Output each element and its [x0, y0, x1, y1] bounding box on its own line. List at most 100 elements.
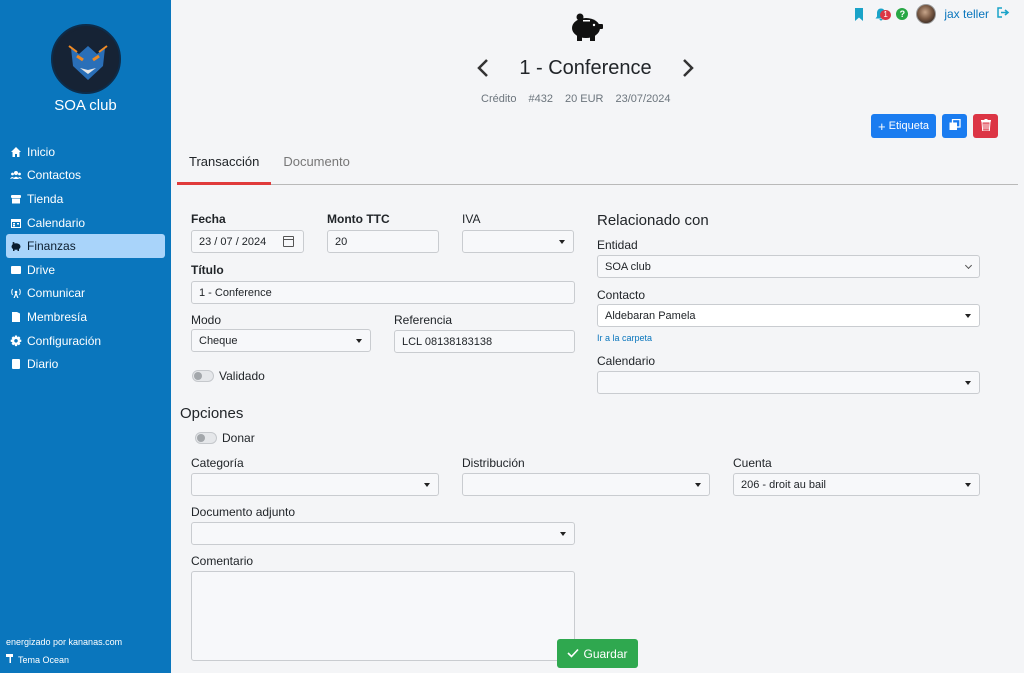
modo-label: Modo	[191, 313, 222, 327]
titulo-label: Título	[191, 263, 224, 277]
entidad-label: Entidad	[597, 238, 638, 252]
avatar[interactable]	[916, 4, 937, 24]
sidebar-item-comunicar[interactable]: Comunicar	[6, 282, 165, 306]
entidad-select[interactable]: SOA club	[597, 255, 980, 278]
save-button[interactable]: Guardar	[557, 639, 638, 668]
sidebar-item-label: Membresía	[27, 309, 88, 324]
sidebar-item-label: Diario	[27, 357, 59, 372]
sidebar-item-finanzas[interactable]: Finanzas	[6, 234, 165, 258]
bookmark-icon[interactable]	[852, 6, 866, 22]
tab-documento[interactable]: Documento	[271, 150, 361, 185]
sidebar-item-diario[interactable]: Diario	[6, 352, 165, 376]
page-title: 1 - Conference	[519, 56, 652, 79]
transaction-amount: 20 EUR	[564, 93, 604, 105]
sidebar-item-contactos[interactable]: Contactos	[6, 164, 165, 188]
donar-label: Donar	[222, 431, 255, 445]
monto-field[interactable]: 20	[327, 230, 439, 253]
documento-label: Documento adjunto	[191, 505, 296, 519]
broadcast-icon	[9, 286, 23, 300]
transaction-summary: Crédito #432 20 EUR 23/07/2024	[481, 93, 671, 105]
sidebar-item-calendario[interactable]: Calendario	[6, 211, 165, 235]
next-arrow-icon[interactable]	[678, 56, 698, 80]
sidebar-item-tienda[interactable]: Tienda	[6, 187, 165, 211]
categoria-select[interactable]	[191, 473, 439, 496]
club-name: SOA club	[54, 97, 117, 114]
transaction-number: #432	[528, 93, 553, 105]
gear-icon	[9, 334, 23, 348]
categoria-label: Categoría	[191, 456, 244, 470]
duplicate-button[interactable]	[942, 114, 967, 138]
cuenta-select[interactable]: 206 - droit au bail	[733, 473, 980, 496]
previous-arrow-icon[interactable]	[473, 56, 493, 80]
notification-badge: 1	[880, 10, 891, 20]
comentario-textarea[interactable]	[191, 571, 575, 661]
validado-toggle[interactable]	[192, 370, 214, 382]
calendario-label: Calendario	[597, 354, 656, 368]
sidebar-item-membresia[interactable]: Membresía	[6, 305, 165, 329]
tab-transaccion[interactable]: Transacción	[177, 150, 272, 185]
piggy-bank-icon	[568, 12, 604, 42]
title-row: 1 - Conference	[473, 56, 698, 80]
sidebar-item-inicio[interactable]: Inicio	[6, 140, 165, 164]
delete-button[interactable]	[973, 114, 998, 138]
club-logo	[51, 24, 121, 94]
journal-icon	[9, 357, 23, 371]
users-icon	[9, 168, 23, 182]
contacto-label: Contacto	[597, 288, 646, 302]
sidebar-item-label: Inicio	[27, 144, 56, 159]
theme-label: Tema Ocean	[18, 654, 70, 665]
sidebar-item-drive[interactable]: Drive	[6, 258, 165, 282]
referencia-field[interactable]: LCL 08138183138	[394, 330, 575, 353]
plus-icon: +	[878, 118, 886, 134]
distribucion-select[interactable]	[462, 473, 710, 496]
check-icon	[567, 647, 580, 661]
header-actions: + Etiqueta	[871, 114, 998, 138]
calendario-select[interactable]	[597, 371, 980, 394]
relacionado-heading: Relacionado con	[597, 212, 709, 229]
tab-bar: Transacción Documento	[177, 150, 1018, 185]
theme-switch[interactable]: Tema Ocean	[6, 654, 69, 665]
piggy-bank-icon	[9, 239, 23, 253]
iva-label: IVA	[462, 212, 481, 226]
calendar-icon	[9, 216, 23, 230]
comentario-label: Comentario	[191, 554, 254, 568]
sidebar-item-label: Drive	[27, 262, 56, 277]
username[interactable]: jax teller	[944, 7, 989, 21]
add-tag-label: Etiqueta	[888, 120, 929, 132]
calendar-icon[interactable]	[283, 236, 294, 247]
opciones-heading: Opciones	[180, 405, 244, 422]
notifications-bell[interactable]: 1	[874, 6, 891, 22]
sidebar-nav: Inicio Contactos Tienda Calendario Finan…	[6, 140, 165, 376]
trash-icon	[980, 118, 991, 134]
help-icon[interactable]: ?	[896, 8, 909, 20]
monto-label: Monto TTC	[327, 212, 390, 226]
copy-icon	[949, 118, 961, 134]
titulo-field[interactable]: 1 - Conference	[191, 281, 575, 304]
documento-select[interactable]	[191, 522, 575, 545]
carpeta-link[interactable]: Ir a la carpeta	[597, 333, 652, 343]
sidebar-item-configuracion[interactable]: Configuración	[6, 329, 165, 353]
sidebar: SOA club Inicio Contactos Tienda Calenda…	[0, 0, 171, 673]
sidebar-item-label: Configuración	[27, 333, 102, 348]
fecha-value: 23 / 07 / 2024	[199, 235, 267, 248]
logout-icon[interactable]	[997, 7, 1010, 21]
topbar: 1 ? jax teller	[852, 4, 1010, 24]
sidebar-item-label: Tienda	[27, 191, 64, 206]
fecha-label: Fecha	[191, 212, 226, 226]
store-icon	[9, 192, 23, 206]
membership-icon	[9, 310, 23, 324]
validado-label: Validado	[219, 369, 265, 383]
powered-by: energizado por kananas.com	[6, 637, 123, 647]
sidebar-item-label: Finanzas	[27, 239, 76, 254]
contacto-select[interactable]: Aldebaran Pamela	[597, 304, 980, 327]
distribucion-label: Distribución	[462, 456, 525, 470]
add-tag-button[interactable]: + Etiqueta	[871, 114, 936, 138]
iva-select[interactable]	[462, 230, 574, 253]
donar-toggle[interactable]	[195, 432, 217, 444]
fecha-field[interactable]: 23 / 07 / 2024	[191, 230, 304, 253]
transaction-type: Crédito	[481, 93, 517, 105]
save-label: Guardar	[583, 646, 628, 661]
sidebar-item-label: Comunicar	[27, 286, 86, 301]
modo-select[interactable]: Cheque	[191, 329, 371, 352]
cuenta-label: Cuenta	[733, 456, 772, 470]
